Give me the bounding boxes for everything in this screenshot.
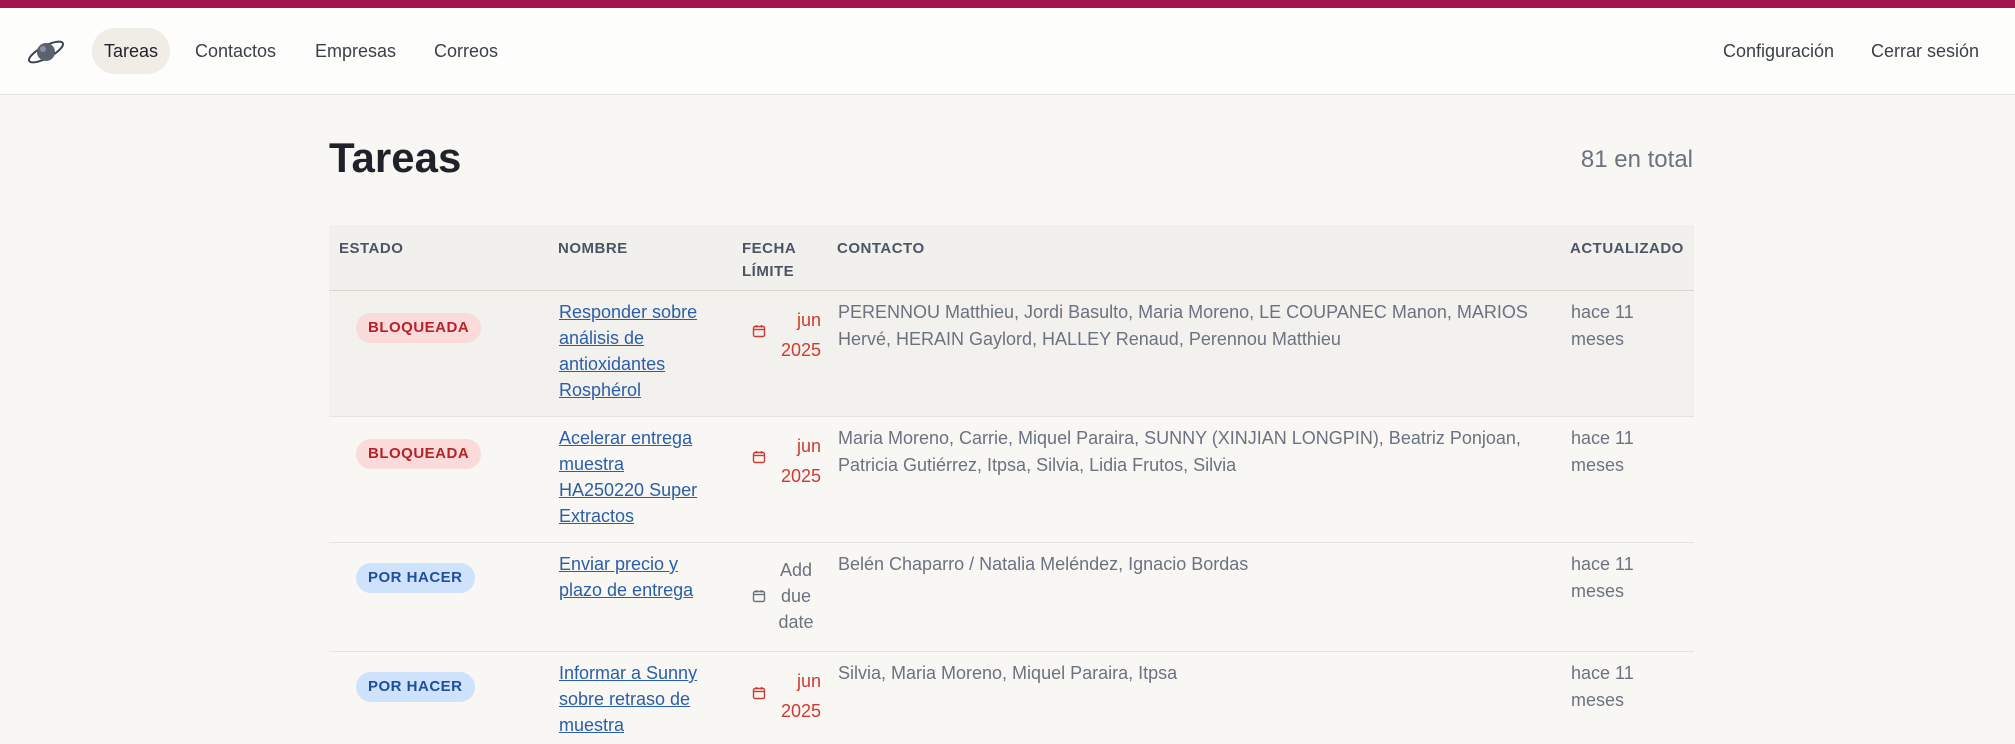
add-due-line: date [778,612,814,632]
add-due-line: due [780,586,812,606]
table-header: ESTADO NOMBRE FECHA LÍMITE CONTACTO ACTU… [329,225,1694,291]
updated-line: meses [1571,581,1625,601]
due-date[interactable]: jun 2025 [749,666,821,726]
nav-tareas[interactable]: Tareas [92,28,171,74]
header-contacto[interactable]: CONTACTO [837,237,925,260]
contacts-cell: Silvia, Maria Moreno, Miquel Paraira, It… [838,663,1178,683]
contacts-cell: Maria Moreno, Carrie, Miquel Paraira, SU… [838,428,1521,475]
due-month: jun [796,436,821,456]
due-year: 2025 [780,466,821,486]
task-name-line: análisis de [559,328,645,348]
updated-line: hace 11 [1571,663,1634,683]
task-name-link[interactable]: Acelerar entrega muestra HA250220 Super … [559,425,719,529]
nav-contactos[interactable]: Contactos [183,28,288,74]
table-row[interactable]: POR HACER Informar a Sunny sobre retraso… [329,652,1694,744]
task-name-line: antioxidantes [559,354,666,374]
header-nombre[interactable]: NOMBRE [558,237,628,260]
header-fecha-line2: LÍMITE [742,263,795,280]
top-navigation: Tareas Contactos Empresas Correos Config… [0,8,2015,95]
total-count: 81 en total [1580,146,1693,173]
due-month: jun [796,310,821,330]
updated-line: meses [1571,329,1625,349]
updated-cell: hace 11 meses [1571,551,1681,605]
contacts-cell: Belén Chaparro / Natalia Meléndez, Ignac… [838,554,1249,574]
table-row[interactable]: BLOQUEADA Responder sobre análisis de an… [329,291,1694,417]
task-name-line: Extractos [559,506,635,526]
task-name-link[interactable]: Informar a Sunny sobre retraso de muestr… [559,660,719,738]
header-fecha-limite[interactable]: FECHA LÍMITE [742,237,796,283]
due-year: 2025 [780,701,821,721]
task-name-link[interactable]: Enviar precio y plazo de entrega [559,551,719,603]
task-name-link[interactable]: Responder sobre análisis de antioxidante… [559,299,719,403]
status-badge[interactable]: POR HACER [356,672,475,702]
nav-empresas[interactable]: Empresas [303,28,408,74]
add-due-line: Add [779,560,813,580]
nav-correos[interactable]: Correos [422,28,510,74]
due-year: 2025 [780,340,821,360]
task-name-line: Enviar precio y [559,554,679,574]
task-name-line: HA250220 Super [559,480,698,500]
updated-line: meses [1571,690,1625,710]
due-month: jun [796,671,821,691]
add-due-date-button[interactable]: Add due date [771,557,821,635]
due-date[interactable]: jun 2025 [749,305,821,365]
updated-cell: hace 11 meses [1571,660,1681,714]
updated-line: hace 11 [1571,428,1634,448]
task-name-line: plazo de entrega [559,580,694,600]
header-actualizado[interactable]: ACTUALIZADO [1570,237,1684,260]
task-name-line: Rosphérol [559,380,642,400]
task-name-line: muestra [559,715,625,735]
updated-cell: hace 11 meses [1571,299,1681,353]
page-title: Tareas [329,134,462,181]
task-name-line: sobre retraso de [559,689,691,709]
table-row[interactable]: BLOQUEADA Acelerar entrega muestra HA250… [329,417,1694,543]
updated-line: meses [1571,455,1625,475]
task-name-line: Responder sobre [559,302,698,322]
tasks-table: ESTADO NOMBRE FECHA LÍMITE CONTACTO ACTU… [329,225,1694,744]
updated-line: hace 11 [1571,554,1634,574]
planet-logo-icon[interactable] [24,33,68,71]
calendar-icon [752,590,766,603]
due-date[interactable]: jun 2025 [749,431,821,491]
header-fecha-line1: FECHA [742,240,797,257]
status-badge[interactable]: POR HACER [356,563,475,593]
updated-cell: hace 11 meses [1571,425,1681,479]
task-name-line: Acelerar entrega [559,428,693,448]
updated-line: hace 11 [1571,302,1634,322]
task-name-line: Informar a Sunny [559,663,698,683]
nav-configuracion[interactable]: Configuración [1711,28,1846,74]
brand-top-bar [0,0,2015,8]
status-badge[interactable]: BLOQUEADA [356,313,482,343]
table-row[interactable]: POR HACER Enviar precio y plazo de entre… [329,543,1694,652]
contacts-cell: PERENNOU Matthieu, Jordi Basulto, Maria … [838,302,1528,349]
status-badge[interactable]: BLOQUEADA [356,439,482,469]
task-name-line: muestra [559,454,625,474]
header-estado[interactable]: ESTADO [339,237,403,260]
nav-cerrar-sesion[interactable]: Cerrar sesión [1859,28,1991,74]
